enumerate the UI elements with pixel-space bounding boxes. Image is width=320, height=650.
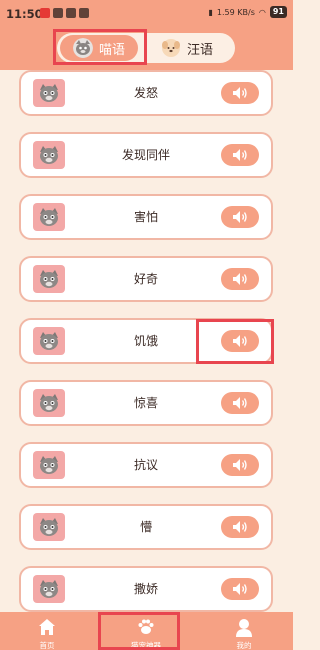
play-sound-button[interactable]: [221, 516, 259, 538]
highlight-box: [196, 319, 274, 364]
highlight-box: [98, 612, 180, 650]
app-notification-icon: [53, 8, 63, 18]
highlight-box: [53, 29, 147, 65]
app-notification-icon: [79, 8, 89, 18]
speaker-icon: [233, 273, 247, 285]
dog-face-icon: [162, 39, 180, 57]
nav-home-label: 首页: [39, 641, 55, 650]
speaker-icon: [233, 211, 247, 223]
play-sound-button[interactable]: [221, 578, 259, 600]
battery-level: 91: [269, 6, 287, 18]
speaker-icon: [233, 87, 247, 99]
status-bar: 11:50 ▮ 1.59 KB/s ◠ 91: [0, 0, 293, 28]
speaker-icon: [233, 149, 247, 161]
sound-card[interactable]: 发怒: [19, 70, 273, 116]
sound-card[interactable]: 撒娇: [19, 566, 273, 612]
nav-home[interactable]: 首页: [17, 612, 77, 650]
play-sound-button[interactable]: [221, 144, 259, 166]
speaker-icon: [233, 521, 247, 533]
sound-card[interactable]: 懵: [19, 504, 273, 550]
tab-woof[interactable]: 汪语: [161, 33, 213, 63]
nav-profile-label: 我的: [236, 641, 252, 650]
sound-card[interactable]: 惊喜: [19, 380, 273, 426]
play-sound-button[interactable]: [221, 268, 259, 290]
speaker-icon: [233, 397, 247, 409]
play-sound-button[interactable]: [221, 392, 259, 414]
sound-card[interactable]: 抗议: [19, 442, 273, 488]
sound-card[interactable]: 好奇: [19, 256, 273, 302]
status-time: 11:50: [6, 7, 43, 21]
speaker-icon: [233, 459, 247, 471]
app-notification-icon: [66, 8, 76, 18]
network-speed: 1.59 KB/s: [216, 7, 255, 17]
status-right: ▮ 1.59 KB/s ◠ 91: [209, 6, 287, 18]
bottom-nav: 首页 猫宠神器 我的: [0, 612, 293, 650]
home-icon: [39, 619, 55, 635]
header: 11:50 ▮ 1.59 KB/s ◠ 91 喵语 汪语: [0, 0, 293, 70]
sound-card[interactable]: 发现同伴: [19, 132, 273, 178]
play-sound-button[interactable]: [221, 206, 259, 228]
play-sound-button[interactable]: [221, 82, 259, 104]
play-sound-button[interactable]: [221, 454, 259, 476]
vibrate-icon: ▮: [208, 7, 213, 17]
sound-card[interactable]: 害怕: [19, 194, 273, 240]
user-icon: [236, 619, 252, 637]
notification-icons: [40, 8, 89, 18]
speaker-icon: [233, 583, 247, 595]
nav-profile[interactable]: 我的: [214, 612, 274, 650]
app-notification-icon: [40, 8, 50, 18]
wifi-icon: ◠: [258, 7, 266, 17]
tab-woof-label: 汪语: [187, 42, 214, 58]
